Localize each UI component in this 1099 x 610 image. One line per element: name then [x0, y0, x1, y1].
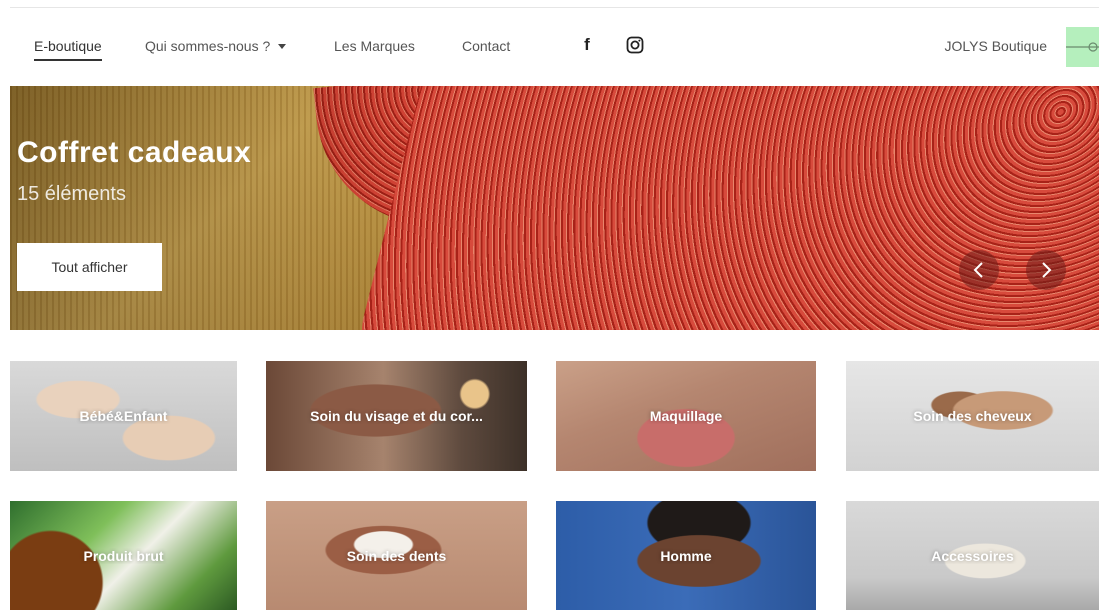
brand-name[interactable]: JOLYS Boutique	[945, 38, 1047, 54]
chevron-left-icon	[973, 262, 983, 278]
brand-logo-thumbnail[interactable]	[1066, 27, 1099, 67]
category-tile-bebe-enfant[interactable]: Bébé&Enfant	[10, 361, 237, 471]
nav-link-e-boutique[interactable]: E-boutique	[34, 38, 102, 61]
hero-banner[interactable]: Coffret cadeaux 15 éléments Tout affiche…	[10, 86, 1099, 330]
category-label: Soin des dents	[346, 547, 447, 564]
hero-title: Coffret cadeaux	[17, 136, 252, 169]
category-label: Soin du visage et du cor...	[310, 408, 483, 424]
instagram-icon[interactable]	[624, 34, 646, 56]
category-label: Soin des cheveux	[913, 408, 1032, 424]
category-label: Accessoires	[931, 547, 1014, 564]
facebook-icon[interactable]: f	[576, 34, 598, 56]
category-label: Produit brut	[83, 547, 164, 564]
hero-item-count: 15 éléments	[17, 183, 126, 205]
category-label: Homme	[660, 547, 712, 564]
category-tile-soin-cheveux[interactable]: Soin des cheveux	[846, 361, 1099, 471]
chevron-down-icon	[278, 43, 287, 49]
instagram-glyph	[626, 36, 644, 54]
category-tile-soin-dents[interactable]: Soin des dents	[266, 501, 527, 610]
category-label: Maquillage	[649, 408, 723, 424]
category-tile-homme[interactable]: Homme	[556, 501, 816, 610]
brand-logo-icon	[1066, 42, 1099, 52]
hero-overlay	[10, 86, 1099, 330]
carousel-next-button[interactable]	[1026, 250, 1066, 290]
category-tile-soin-visage[interactable]: Soin du visage et du cor...	[266, 361, 527, 471]
nav-link-qui-sommes-nous[interactable]: Qui sommes-nous ?	[145, 38, 287, 54]
category-tile-produit-brut[interactable]: Produit brut	[10, 501, 237, 610]
nav-link-contact[interactable]: Contact	[462, 38, 510, 54]
category-tile-maquillage[interactable]: Maquillage	[556, 361, 816, 471]
chevron-right-icon	[1042, 262, 1052, 278]
category-label: Bébé&Enfant	[79, 408, 168, 424]
nav-link-les-marques[interactable]: Les Marques	[334, 38, 415, 54]
carousel-prev-button[interactable]	[959, 250, 999, 290]
nav-link-label: Qui sommes-nous ?	[145, 38, 271, 54]
category-tile-accessoires[interactable]: Accessoires	[846, 501, 1099, 610]
show-all-button[interactable]: Tout afficher	[17, 243, 162, 291]
main-navigation: E-boutique Qui sommes-nous ? Les Marques…	[0, 0, 1099, 86]
